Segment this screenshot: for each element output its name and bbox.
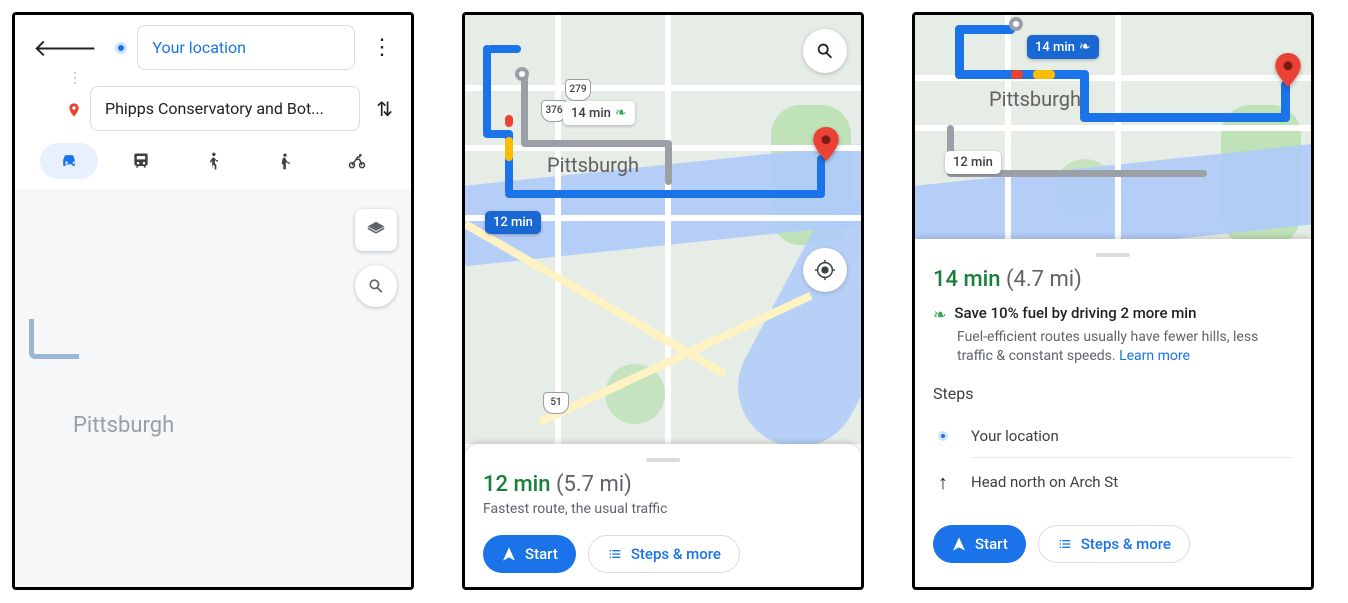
layers-icon <box>365 219 387 241</box>
highway-shield: 279 <box>565 79 591 101</box>
city-label: Pittsburgh <box>547 153 639 177</box>
route-distance: (4.7 mi) <box>1006 267 1082 292</box>
sheet-drag-handle[interactable] <box>646 458 680 462</box>
swap-locations-icon[interactable]: ⇅ <box>370 91 399 127</box>
screen-3-eco-route-details: Pittsburgh 14 min ❧ 12 min 14 min (4.7 m… <box>912 12 1314 590</box>
eco-savings-line: ❧ Save 10% fuel by driving 2 more min <box>933 304 1293 324</box>
screen-1-directions-input: 🡐 Your location ⋮ Phipps Conservatory an… <box>12 12 414 590</box>
leaf-icon: ❧ <box>615 105 627 121</box>
sheet-drag-handle[interactable] <box>1096 253 1130 257</box>
route-connector-dots <box>74 68 76 88</box>
search-icon <box>814 40 836 62</box>
rideshare-icon <box>275 151 295 171</box>
origin-dot-icon <box>115 42 127 54</box>
city-label: Pittsburgh <box>989 87 1081 111</box>
destination-marker <box>1275 53 1301 87</box>
steps-more-button[interactable]: Steps & more <box>1038 525 1190 563</box>
mode-bike[interactable] <box>328 143 386 179</box>
arrow-up-icon: ↑ <box>933 470 953 495</box>
list-icon <box>1057 536 1073 552</box>
layers-button[interactable] <box>355 209 397 251</box>
route-subline: Fastest route, the usual traffic <box>483 501 843 517</box>
eco-savings-title: Save 10% fuel by driving 2 more min <box>954 304 1196 322</box>
eco-detail-text: Fuel-efficient routes usually have fewer… <box>957 329 1258 364</box>
city-label: Pittsburgh <box>73 413 174 438</box>
start-location-input[interactable]: Your location <box>137 25 355 70</box>
train-icon <box>131 151 151 171</box>
search-icon <box>366 276 386 296</box>
steps-button-label: Steps & more <box>631 545 721 563</box>
destination-marker <box>813 127 839 161</box>
mode-drive[interactable] <box>40 143 98 179</box>
back-arrow-icon[interactable]: 🡐 <box>27 27 103 68</box>
start-button-label: Start <box>975 535 1008 553</box>
route-duration: 12 min <box>483 472 551 497</box>
primary-route-time-label[interactable]: 12 min <box>485 211 541 234</box>
learn-more-link[interactable]: Learn more <box>1119 348 1190 364</box>
screen-2-route-overview: 376 279 51 Pittsburgh 12 min 14 min ❧ <box>462 12 864 590</box>
primary-route-time-label[interactable]: 14 min ❧ <box>1027 35 1099 59</box>
alt-route-time-text: 14 min <box>571 106 611 121</box>
steps-button-label: Steps & more <box>1081 535 1171 553</box>
alt-route-time-label[interactable]: 12 min <box>945 151 1001 174</box>
step-direction[interactable]: ↑ Head north on Arch St <box>933 458 1293 507</box>
step-text: Your location <box>971 427 1059 445</box>
start-navigation-button[interactable]: Start <box>933 525 1026 563</box>
mode-rideshare[interactable] <box>256 143 314 179</box>
step-text: Head north on Arch St <box>971 473 1118 491</box>
navigate-icon <box>501 546 517 562</box>
bike-icon <box>347 151 367 171</box>
origin-marker <box>1009 17 1023 31</box>
route-headline: 12 min (5.7 mi) <box>483 472 843 497</box>
route-duration: 14 min <box>933 267 1001 292</box>
route-preview-line <box>29 319 79 359</box>
leaf-icon: ❧ <box>933 305 946 324</box>
walk-icon <box>203 151 223 171</box>
leaf-icon: ❧ <box>1079 39 1091 55</box>
origin-marker <box>515 67 529 81</box>
navigate-icon <box>951 536 967 552</box>
mode-transit[interactable] <box>112 143 170 179</box>
destination-pin-icon <box>66 102 80 116</box>
start-navigation-button[interactable]: Start <box>483 535 576 573</box>
origin-dot-icon <box>933 431 953 441</box>
car-icon <box>59 151 79 171</box>
primary-route-time-text: 14 min <box>1035 40 1075 55</box>
map-canvas[interactable]: 376 279 51 Pittsburgh 12 min 14 min ❧ <box>465 15 861 444</box>
travel-mode-tabs <box>27 131 399 189</box>
recenter-button[interactable] <box>803 248 847 292</box>
more-options-icon[interactable]: ⋮ <box>365 29 399 66</box>
route-headline: 14 min (4.7 mi) <box>933 267 1293 292</box>
highway-shield: 51 <box>543 392 569 414</box>
search-map-button[interactable] <box>355 265 397 307</box>
alt-route-time-label[interactable]: 14 min ❧ <box>563 101 635 125</box>
steps-more-button[interactable]: Steps & more <box>588 535 740 573</box>
destination-input[interactable]: Phipps Conservatory and Bot... <box>90 86 360 131</box>
route-distance: (5.7 mi) <box>556 472 632 497</box>
mode-walk[interactable] <box>184 143 242 179</box>
route-summary-sheet[interactable]: 12 min (5.7 mi) Fastest route, the usual… <box>465 444 861 587</box>
directions-header: 🡐 Your location ⋮ Phipps Conservatory an… <box>15 15 411 189</box>
map-canvas-dimmed[interactable]: Pittsburgh <box>15 189 411 587</box>
list-icon <box>607 546 623 562</box>
search-map-button[interactable] <box>803 29 847 73</box>
locate-icon <box>814 259 836 281</box>
route-details-sheet[interactable]: 14 min (4.7 mi) ❧ Save 10% fuel by drivi… <box>915 239 1311 587</box>
step-origin[interactable]: Your location <box>933 415 1293 457</box>
eco-savings-detail: Fuel-efficient routes usually have fewer… <box>957 328 1293 366</box>
start-button-label: Start <box>525 545 558 563</box>
map-canvas[interactable]: Pittsburgh 14 min ❧ 12 min <box>915 15 1311 239</box>
steps-header: Steps <box>933 384 1293 403</box>
